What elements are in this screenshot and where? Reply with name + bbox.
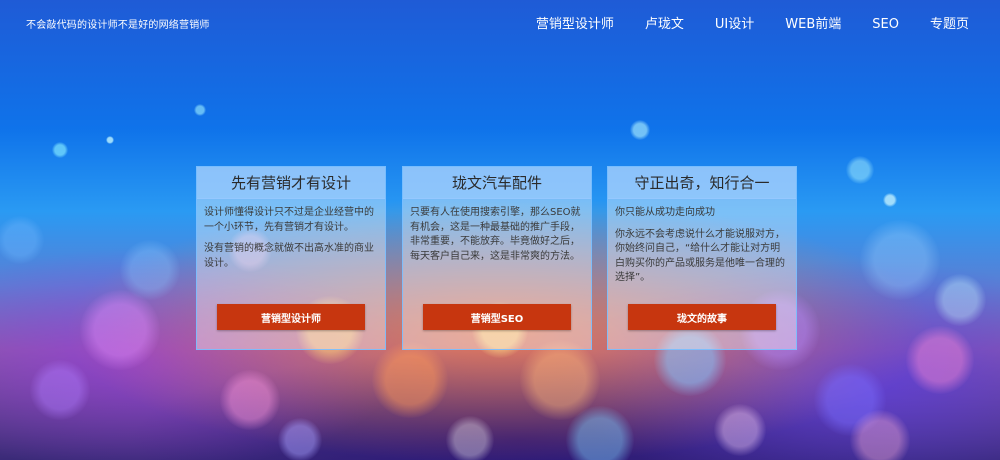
card-auto-parts: 珑文汽车配件 只要有人在使用搜索引擎，那么SEO就有机会，这是一种最基础的推广手… [402,166,592,350]
longwen-story-button[interactable]: 珑文的故事 [628,304,776,330]
nav-item-topic-page[interactable]: 专题页 [930,16,969,36]
bokeh-light [906,326,974,394]
card-paragraph: 只要有人在使用搜索引擎，那么SEO就有机会，这是一种最基础的推广手段，非常重要，… [410,207,581,262]
card-body: 只要有人在使用搜索引擎，那么SEO就有机会，这是一种最基础的推广手段，非常重要，… [403,199,591,298]
marketing-seo-button[interactable]: 营销型SEO [423,304,571,330]
card-motto: 守正出奇，知行合一 你只能从成功走向成功 你永远不会考虑说什么才能说服对方，你始… [607,166,797,350]
card-title: 守正出奇，知行合一 [608,167,796,199]
bokeh-light [850,410,910,460]
bokeh-light [446,416,494,460]
bokeh-light [566,406,634,460]
bokeh-light [883,193,897,207]
bokeh-light [714,404,766,456]
card-body: 你只能从成功走向成功 你永远不会考虑说什么才能说服对方，你始终问自己，“给什么才… [608,199,796,298]
card-paragraph: 你永远不会考虑说什么才能说服对方，你始终问自己，“给什么才能让对方明白购买你的产… [615,228,785,284]
bokeh-light [372,342,448,418]
card-title: 珑文汽车配件 [403,167,591,199]
nav-item-web-frontend[interactable]: WEB前端 [785,16,841,36]
bokeh-light [0,216,44,264]
site-slogan: 不会敲代码的设计师不是好的网络营销师 [26,20,210,31]
card-title: 先有营销才有设计 [197,167,385,199]
nav-item-marketing-designer[interactable]: 营销型设计师 [536,16,614,36]
bokeh-light [630,120,650,140]
card-marketing-design: 先有营销才有设计 设计师懂得设计只不过是企业经营中的一个小环节，先有营销才有设计… [196,166,386,350]
bokeh-light [520,340,600,420]
card-paragraph: 你只能从成功走向成功 [615,207,715,218]
bokeh-light [860,220,940,300]
main-nav: 营销型设计师 卢珑文 UI设计 WEB前端 SEO 专题页 [536,16,1000,36]
marketing-designer-button[interactable]: 营销型设计师 [217,304,365,330]
card-body: 设计师懂得设计只不过是企业经营中的一个小环节，先有营销才有设计。 没有营销的概念… [197,199,385,298]
bokeh-light [52,142,68,158]
bokeh-light [30,360,90,420]
bokeh-light [934,274,986,326]
bokeh-light [278,418,322,460]
card-paragraph: 没有营销的概念就做不出高水准的商业设计。 [204,243,374,269]
bokeh-light [120,240,180,300]
nav-item-seo[interactable]: SEO [872,16,899,36]
bokeh-light [194,104,206,116]
nav-item-lu-longwen[interactable]: 卢珑文 [645,16,684,36]
bokeh-light [814,364,886,436]
nav-item-ui-design[interactable]: UI设计 [715,16,754,36]
card-paragraph: 设计师懂得设计只不过是企业经营中的一个小环节，先有营销才有设计。 [204,207,374,233]
bokeh-light [220,370,280,430]
bokeh-light [106,136,114,144]
bokeh-light [80,290,160,370]
bokeh-light [846,156,874,184]
